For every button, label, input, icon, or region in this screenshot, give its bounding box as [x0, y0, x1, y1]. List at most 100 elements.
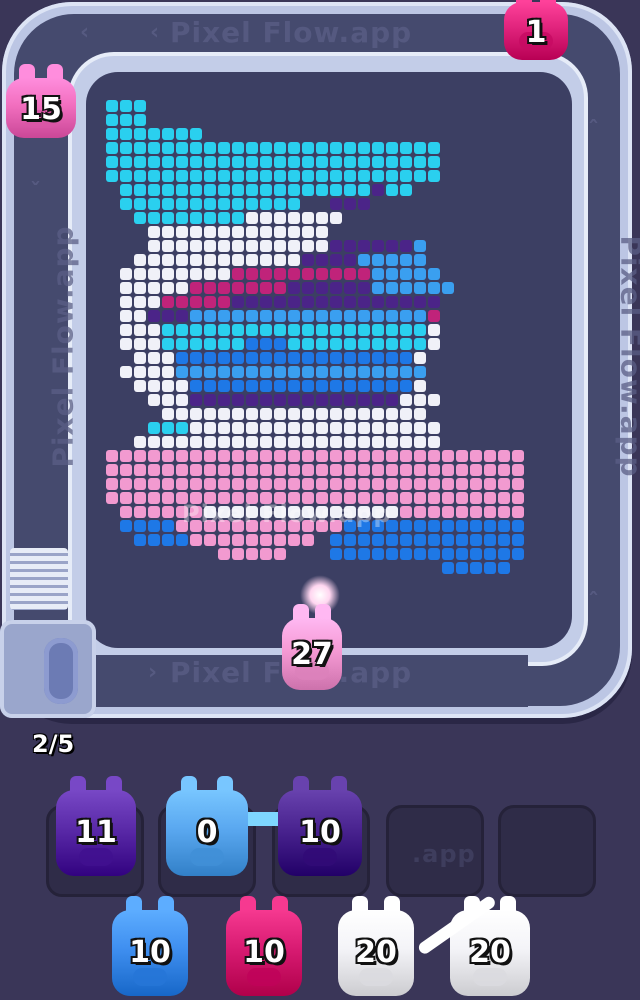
pixel-block [302, 310, 314, 322]
pixel-block [218, 422, 230, 434]
pixel-block [218, 240, 230, 252]
pixel-block [246, 310, 258, 322]
pixel-block [190, 478, 202, 490]
pixel-block [414, 422, 426, 434]
pixel-block [134, 450, 146, 462]
pixel-block [470, 520, 482, 532]
pixel-block [288, 268, 300, 280]
pixel-block [218, 548, 230, 560]
queue-pig-2[interactable]: 10 [226, 896, 302, 996]
pixel-block [274, 548, 286, 560]
pixel-block [162, 268, 174, 280]
pixel-block [316, 380, 328, 392]
pixel-block [442, 534, 454, 546]
pixel-block [134, 520, 146, 532]
pixel-block [512, 520, 524, 532]
pixel-block [288, 226, 300, 238]
pixel-block [246, 422, 258, 434]
pixel-block [246, 338, 258, 350]
pixel-block [288, 254, 300, 266]
pixel-block [120, 170, 132, 182]
pixel-block [148, 296, 160, 308]
pixel-block [442, 520, 454, 532]
queue-pig-4[interactable]: 20 [450, 896, 530, 996]
pixel-block [120, 478, 132, 490]
pixel-block [274, 156, 286, 168]
track-pig-top-right[interactable]: 1 [504, 0, 568, 60]
pixel-block [358, 408, 370, 420]
slot-pig-2[interactable]: 0 [166, 776, 248, 876]
pixel-block [442, 562, 454, 574]
pixel-block [344, 296, 356, 308]
pixel-block [176, 380, 188, 392]
pixel-block [176, 226, 188, 238]
pixel-block [148, 352, 160, 364]
pixel-block [330, 282, 342, 294]
pixel-block [274, 450, 286, 462]
pixel-block [302, 324, 314, 336]
pixel-block [162, 282, 174, 294]
pixel-block [344, 156, 356, 168]
pixel-block [288, 394, 300, 406]
pixel-block [498, 478, 510, 490]
pixel-block [176, 464, 188, 476]
pixel-block [302, 296, 314, 308]
pig-snout [473, 968, 507, 986]
pixel-block [162, 128, 174, 140]
pixel-block [246, 324, 258, 336]
pixel-block [260, 226, 272, 238]
pixel-block [246, 212, 258, 224]
pixel-block [428, 478, 440, 490]
pixel-block [414, 268, 426, 280]
pixel-block [134, 492, 146, 504]
pixel-block [190, 338, 202, 350]
pig-ammo-count: 20 [355, 935, 397, 970]
pixel-block [386, 380, 398, 392]
pixel-block [372, 394, 384, 406]
pixel-block [148, 394, 160, 406]
pixel-block [204, 478, 216, 490]
pixel-block [260, 254, 272, 266]
pixel-block [358, 548, 370, 560]
pixel-block [106, 156, 118, 168]
track-pig-top-left[interactable]: 15 [6, 64, 76, 138]
pixel-block [344, 478, 356, 490]
pixel-block [246, 380, 258, 392]
pixel-block [260, 296, 272, 308]
pixel-block [148, 240, 160, 252]
pixel-block [498, 548, 510, 560]
holding-slot-5[interactable] [498, 805, 596, 897]
pixel-block [372, 548, 384, 560]
pixel-block [386, 310, 398, 322]
pixel-block [358, 338, 370, 350]
pixel-block [330, 478, 342, 490]
pixel-block [302, 338, 314, 350]
pixel-block [176, 436, 188, 448]
shooter-pig[interactable]: 27 [282, 604, 342, 690]
pixel-block [456, 478, 468, 490]
slot-pig-3[interactable]: 10 [278, 776, 362, 876]
pixel-block [260, 324, 272, 336]
pixel-block [218, 436, 230, 448]
pixel-block [260, 380, 272, 392]
pixel-block [260, 184, 272, 196]
pixel-block [260, 394, 272, 406]
pixel-block [428, 450, 440, 462]
pixel-block [302, 282, 314, 294]
pixel-block [330, 408, 342, 420]
pixel-block [232, 338, 244, 350]
pixel-block [302, 422, 314, 434]
queue-pig-1[interactable]: 10 [112, 896, 188, 996]
slot-pig-1[interactable]: 11 [56, 776, 136, 876]
pixel-block [344, 436, 356, 448]
pixel-block [484, 562, 496, 574]
pixel-block [428, 464, 440, 476]
pixel-block [274, 422, 286, 434]
pixel-block [204, 198, 216, 210]
pixel-block [414, 534, 426, 546]
pixel-block [162, 170, 174, 182]
pixel-block [106, 170, 118, 182]
queue-pig-3[interactable]: 20 [338, 896, 414, 996]
pixel-block [414, 240, 426, 252]
pixel-block [414, 408, 426, 420]
